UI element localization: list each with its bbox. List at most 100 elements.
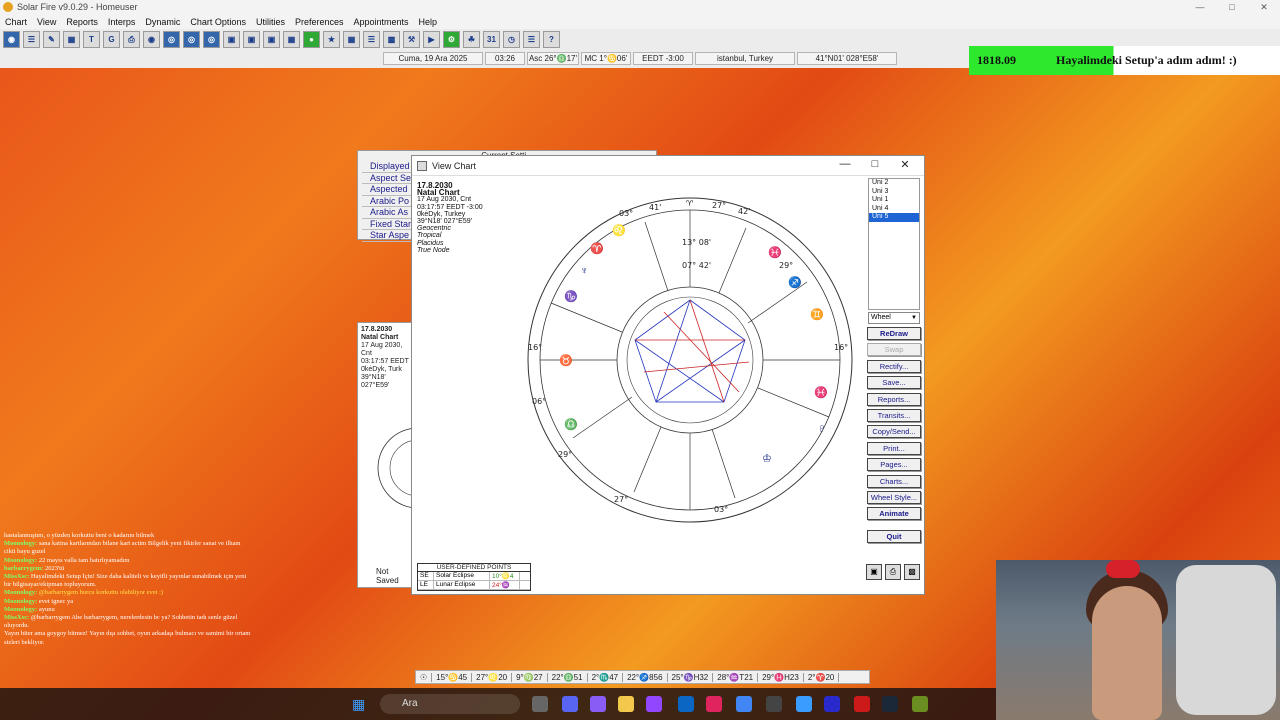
app-l-icon[interactable] xyxy=(824,696,840,712)
chart-list[interactable]: Uni 2 Uni 3 Uni 1 Uni 4 Uni 5 xyxy=(868,178,920,310)
chevron-down-icon: ▼ xyxy=(911,315,917,321)
pages-button[interactable]: Pages... xyxy=(867,458,921,472)
table-icon[interactable]: ▦ xyxy=(343,30,360,48)
clock-icon[interactable]: ◷ xyxy=(503,30,520,48)
menu-view[interactable]: View xyxy=(32,17,61,27)
menu-chart-options[interactable]: Chart Options xyxy=(185,17,251,27)
leaf-icon[interactable]: ☘ xyxy=(463,30,480,48)
binoculars-icon[interactable]: ◉ xyxy=(143,30,160,48)
chart-list-item[interactable]: Uni 4 xyxy=(869,205,919,214)
chat-message: Yayın biter ama goygoy bitmez! Yayın dış… xyxy=(4,630,251,646)
windows-start-icon[interactable]: ▦ xyxy=(352,696,368,712)
bg-chart-time: 03:17:57 EEDT xyxy=(361,358,409,365)
udp-row: LE Lunar Eclipse 24°♒ xyxy=(418,581,530,590)
copilot-icon[interactable] xyxy=(590,696,606,712)
menu-preferences[interactable]: Preferences xyxy=(290,17,349,27)
menu-utilities[interactable]: Utilities xyxy=(251,17,290,27)
menu-chart[interactable]: Chart xyxy=(0,17,32,27)
print-icon[interactable]: ⎙ xyxy=(123,30,140,48)
chart-list-item[interactable]: Uni 1 xyxy=(869,196,919,205)
wheel2-icon[interactable]: ◎ xyxy=(183,30,200,48)
file-explorer-icon[interactable] xyxy=(618,696,634,712)
quit-button[interactable]: Quit xyxy=(867,530,921,544)
charts-button[interactable]: Charts... xyxy=(867,474,921,488)
wheel-type-select[interactable]: Wheel ▼ xyxy=(868,312,920,324)
discord-icon[interactable] xyxy=(562,696,578,712)
menu-dynamic[interactable]: Dynamic xyxy=(140,17,185,27)
rectify-button[interactable]: Rectify... xyxy=(867,359,921,373)
transit-icon[interactable]: ★ xyxy=(323,30,340,48)
chrome-icon[interactable] xyxy=(736,696,752,712)
notes-icon[interactable]: ☰ xyxy=(523,30,540,48)
chart-list-item[interactable]: Uni 3 xyxy=(869,188,919,197)
bg-chart-lat: 39°N18' xyxy=(361,374,386,381)
chart-list-item-selected[interactable]: Uni 5 xyxy=(869,213,919,222)
print-button[interactable]: Print... xyxy=(867,441,921,455)
menu-help[interactable]: Help xyxy=(414,17,443,27)
new-chart-icon[interactable]: ◉ xyxy=(3,30,20,48)
view2-icon[interactable]: ▣ xyxy=(243,30,260,48)
view3-icon[interactable]: ▣ xyxy=(263,30,280,48)
natal-chart-wheel[interactable]: 03° 41' ♈ 27° 42' 13° 08' 07° 42' 16° 16… xyxy=(524,192,864,532)
menu-appointments[interactable]: Appointments xyxy=(349,17,414,27)
trop-sid-icon[interactable]: T xyxy=(83,30,100,48)
close-button[interactable]: ✕ xyxy=(1248,0,1280,14)
tools-icon[interactable]: ⚒ xyxy=(403,30,420,48)
save-button[interactable]: Save... xyxy=(867,376,921,390)
swap-button[interactable]: Swap xyxy=(867,343,921,357)
screen-icon[interactable]: ▣ xyxy=(866,564,882,580)
settings-item[interactable]: Aspect Se xyxy=(362,173,418,184)
settings-item[interactable]: Star Aspe xyxy=(362,230,418,242)
steam-icon[interactable] xyxy=(882,696,898,712)
settings-item[interactable]: Fixed Star xyxy=(362,219,418,230)
menu-reports[interactable]: Reports xyxy=(61,17,103,27)
task-view-icon[interactable] xyxy=(532,696,548,712)
store-icon[interactable] xyxy=(678,696,694,712)
chart-list-item[interactable]: Uni 2 xyxy=(869,179,919,188)
settings-item[interactable]: Arabic As xyxy=(362,207,418,219)
edit-chart-icon[interactable]: ✎ xyxy=(43,30,60,48)
chart-file-icon[interactable]: ▦ xyxy=(63,30,80,48)
vc-minimize-button[interactable]: — xyxy=(830,158,860,171)
settings-item[interactable]: Aspected xyxy=(362,184,418,196)
geo-helio-icon[interactable]: G xyxy=(103,30,120,48)
animate-icon[interactable]: ▶ xyxy=(423,30,440,48)
cusp-label: 29° xyxy=(779,261,793,270)
wheel-style-button[interactable]: Wheel Style... xyxy=(867,490,921,504)
printer-icon[interactable]: ⎙ xyxy=(885,564,901,580)
animate-button[interactable]: Animate xyxy=(867,507,921,521)
export-icon[interactable]: ▩ xyxy=(904,564,920,580)
vc-close-button[interactable]: ✕ xyxy=(890,158,920,171)
list-icon[interactable]: ☰ xyxy=(363,30,380,48)
grid-icon[interactable]: ▦ xyxy=(283,30,300,48)
menu-bar: Chart View Reports Interps Dynamic Chart… xyxy=(0,14,1280,29)
app-title: Solar Fire v9.0.29 - Homeuser xyxy=(17,2,138,12)
twitch-icon[interactable] xyxy=(646,696,662,712)
transits-button[interactable]: Transits... xyxy=(867,408,921,422)
globe-icon[interactable]: ● xyxy=(303,30,320,48)
opera-icon[interactable] xyxy=(854,696,870,712)
minimize-button[interactable]: — xyxy=(1184,0,1216,14)
wheel3-icon[interactable]: ◎ xyxy=(203,30,220,48)
view-icon[interactable]: ▣ xyxy=(223,30,240,48)
help-icon[interactable]: ? xyxy=(543,30,560,48)
vc-maximize-button[interactable]: □ xyxy=(860,158,890,171)
taskbar-search[interactable]: Ara xyxy=(380,694,520,714)
maximize-button[interactable]: □ xyxy=(1216,0,1248,14)
settings-item[interactable]: Arabic Po xyxy=(362,196,418,207)
redraw-button[interactable]: ReDraw xyxy=(867,327,921,340)
reports-button[interactable]: Reports... xyxy=(867,392,921,406)
wheel-icon[interactable]: ◎ xyxy=(163,30,180,48)
gear-icon[interactable]: ⚙ xyxy=(443,30,460,48)
image-icon[interactable]: ▩ xyxy=(383,30,400,48)
solar-fire-taskbar-icon[interactable] xyxy=(912,696,928,712)
calendar-icon[interactable]: 31 xyxy=(483,30,500,48)
menu-interps[interactable]: Interps xyxy=(103,17,141,27)
obs-icon[interactable] xyxy=(766,696,782,712)
tiktok-icon[interactable] xyxy=(706,696,722,712)
vpn-icon[interactable] xyxy=(796,696,812,712)
open-chart-icon[interactable]: ☰ xyxy=(23,30,40,48)
bg-chart-wheel xyxy=(377,428,412,508)
settings-item[interactable]: Displayed xyxy=(362,161,418,173)
copy-send-button[interactable]: Copy/Send... xyxy=(867,425,921,439)
